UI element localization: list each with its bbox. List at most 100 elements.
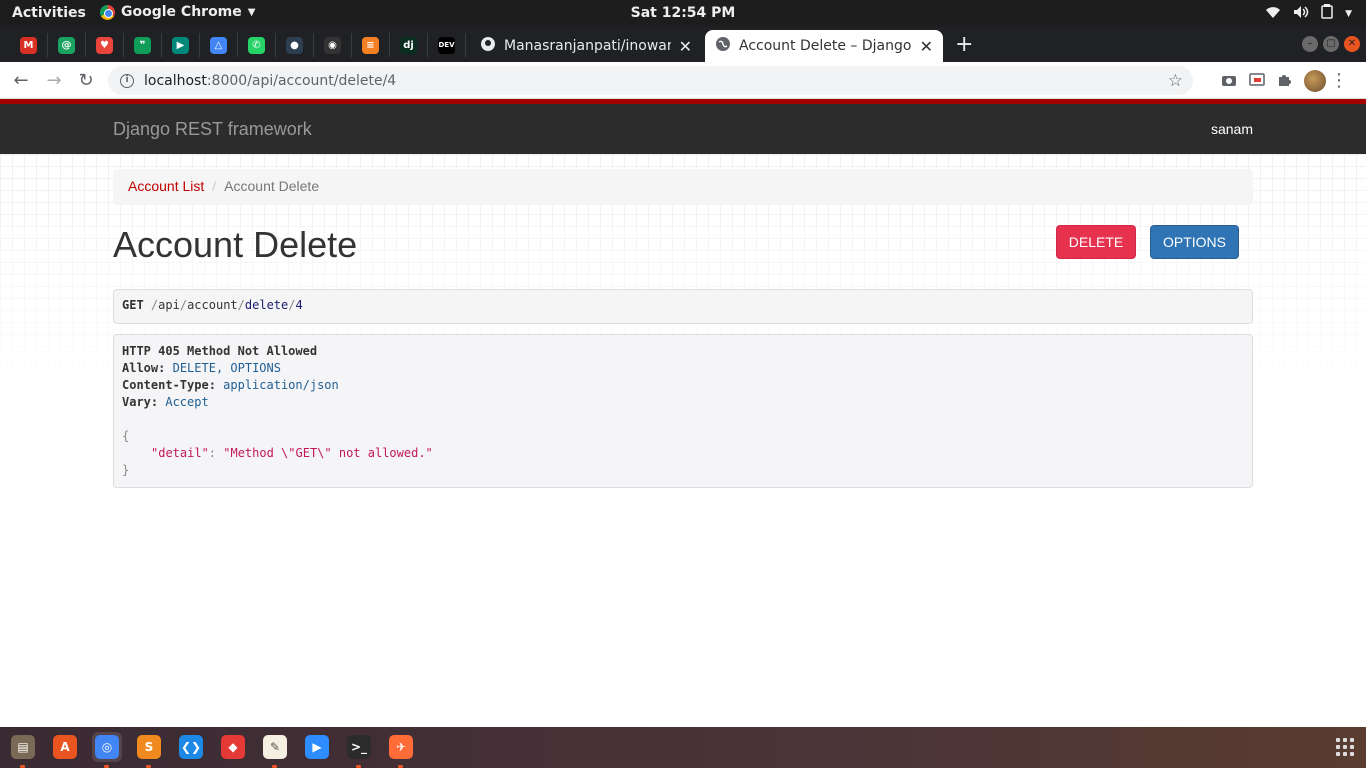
info-icon[interactable]: i xyxy=(120,73,134,88)
system-top-bar: Activities Google Chrome ▼ Sat 12:54 PM … xyxy=(0,0,1366,27)
gmail-icon: M xyxy=(20,36,37,54)
pinned-tabs: M @ ♥ ❞ ▶ △ ✆ ● ◉ ≡ dj DEV xyxy=(10,33,466,57)
user-menu[interactable]: sanam xyxy=(1211,121,1253,137)
navbar: Django REST framework sanam xyxy=(0,104,1366,154)
window-controls: – ▢ ✕ xyxy=(1302,36,1360,52)
zoom-launcher[interactable]: ▶ xyxy=(302,732,332,762)
pinned-tab[interactable]: ✆ xyxy=(238,33,276,57)
system-tray[interactable]: ▼ xyxy=(1265,4,1352,23)
hangouts-icon: ❞ xyxy=(134,36,151,54)
pinned-tab[interactable]: M xyxy=(10,33,48,57)
main-content: Account List / Account Delete Account De… xyxy=(113,169,1253,488)
meet-icon: ▶ xyxy=(172,36,189,54)
clock[interactable]: Sat 12:54 PM xyxy=(0,5,1366,21)
breadcrumb-current: Account Delete xyxy=(224,178,320,194)
puzzle-icon[interactable] xyxy=(1277,72,1292,91)
at-sign-icon: @ xyxy=(58,36,75,54)
path-segment[interactable]: delete xyxy=(245,298,288,312)
terminal-icon: >_ xyxy=(347,735,371,759)
django-icon: dj xyxy=(400,36,417,54)
volume-icon xyxy=(1293,5,1309,23)
software-icon: A xyxy=(53,735,77,759)
files-launcher[interactable]: ▤ xyxy=(8,732,38,768)
path-segment[interactable]: api xyxy=(158,298,180,312)
tab-title: Manasranjanpati/inoware xyxy=(504,38,671,54)
browser-toolbar: ← → ↻ i localhost:8000/api/account/delet… xyxy=(0,62,1366,99)
sublime-icon: S xyxy=(137,735,161,759)
minimize-button[interactable]: – xyxy=(1302,36,1318,52)
sublime-launcher[interactable]: S xyxy=(134,732,164,768)
pinned-tab[interactable]: △ xyxy=(200,33,238,57)
delete-button[interactable]: DELETE xyxy=(1056,225,1136,259)
tab-strip: M @ ♥ ❞ ▶ △ ✆ ● ◉ ≡ dj DEV Manasranjanpati/inoware … xyxy=(0,27,1366,62)
postman-icon: ✈ xyxy=(389,735,413,759)
avatar[interactable] xyxy=(1304,70,1326,92)
pinned-tab[interactable]: ● xyxy=(276,33,314,57)
zoom-icon: ▶ xyxy=(305,735,329,759)
dev-icon: DEV xyxy=(438,36,455,54)
tab-account-delete[interactable]: Account Delete – Django R ✕ xyxy=(705,30,943,62)
git-tool-icon: ◆ xyxy=(221,735,245,759)
files-icon: ▤ xyxy=(11,735,35,759)
show-applications-icon[interactable] xyxy=(1336,738,1354,756)
page-body: Account List / Account Delete Account De… xyxy=(0,154,1366,727)
cast-icon[interactable] xyxy=(1249,72,1265,91)
tab-github[interactable]: Manasranjanpati/inoware ✕ xyxy=(470,30,702,62)
path-segment[interactable]: 4 xyxy=(295,298,302,312)
dock: ▤ A ◎ S ❮❯ ◆ ✎ ▶ >_ ✈ xyxy=(0,727,1366,768)
whatsapp-icon: ✆ xyxy=(248,36,265,54)
breadcrumb-account-list[interactable]: Account List xyxy=(128,178,204,196)
pinned-tab[interactable]: DEV xyxy=(428,33,466,57)
bookmark-star-icon[interactable]: ☆ xyxy=(1168,71,1183,91)
url-text[interactable]: localhost:8000/api/account/delete/4 xyxy=(144,73,1158,89)
stackoverflow-icon: ≡ xyxy=(362,36,379,54)
text-editor-launcher[interactable]: ✎ xyxy=(260,732,290,768)
dock-apps: ▤ A ◎ S ❮❯ ◆ ✎ ▶ >_ ✈ xyxy=(8,732,416,768)
reload-button[interactable]: ↻ xyxy=(73,68,99,94)
forward-button[interactable]: → xyxy=(41,68,67,94)
close-icon[interactable]: ✕ xyxy=(679,37,692,56)
new-tab-button[interactable]: + xyxy=(955,32,973,57)
vscode-icon: ❮❯ xyxy=(179,735,203,759)
json-close-brace: } xyxy=(122,463,130,477)
github-icon xyxy=(480,36,496,56)
close-icon[interactable]: ✕ xyxy=(920,37,933,56)
camera-icon[interactable] xyxy=(1221,72,1237,91)
globe-icon xyxy=(715,36,731,56)
breadcrumb: Account List / Account Delete xyxy=(113,169,1253,205)
page-title: Account Delete xyxy=(113,224,358,265)
git-tool-launcher[interactable]: ◆ xyxy=(218,732,248,762)
pinned-tab[interactable]: ❞ xyxy=(124,33,162,57)
chevron-down-icon: ▼ xyxy=(1345,8,1352,19)
response-header: Vary: Accept xyxy=(122,395,209,409)
menu-icon[interactable]: ⋮ xyxy=(1330,70,1348,91)
json-detail-line: "detail": "Method \"GET\" not allowed." xyxy=(151,446,433,460)
pinned-tab[interactable]: ◉ xyxy=(314,33,352,57)
response-header: Allow: DELETE, OPTIONS xyxy=(122,361,281,375)
address-bar[interactable]: i localhost:8000/api/account/delete/4 ☆ xyxy=(108,66,1193,95)
vscode-launcher[interactable]: ❮❯ xyxy=(176,732,206,762)
options-button[interactable]: OPTIONS xyxy=(1150,225,1239,259)
breadcrumb-separator: / xyxy=(212,178,217,194)
terminal-launcher[interactable]: >_ xyxy=(344,732,374,768)
chrome-icon: ◎ xyxy=(95,735,119,759)
brand-link[interactable]: Django REST framework xyxy=(113,119,312,140)
heart-app-icon: ♥ xyxy=(96,36,113,54)
postman-launcher[interactable]: ✈ xyxy=(386,732,416,768)
close-window-button[interactable]: ✕ xyxy=(1344,36,1360,52)
pinned-tab[interactable]: ≡ xyxy=(352,33,390,57)
pinned-tab[interactable]: dj xyxy=(390,33,428,57)
text-editor-icon: ✎ xyxy=(263,735,287,759)
path-segment[interactable]: account xyxy=(187,298,238,312)
software-launcher[interactable]: A xyxy=(50,732,80,762)
pinned-tab[interactable]: ♥ xyxy=(86,33,124,57)
back-button[interactable]: ← xyxy=(8,68,34,94)
response-header: Content-Type: application/json xyxy=(122,378,339,392)
request-info: GET /api/account/delete/4 xyxy=(113,289,1253,324)
pinned-tab[interactable]: @ xyxy=(48,33,86,57)
pinned-tab[interactable]: ▶ xyxy=(162,33,200,57)
clipboard-icon xyxy=(1321,4,1333,23)
maximize-button[interactable]: ▢ xyxy=(1323,36,1339,52)
tab-title: Account Delete – Django R xyxy=(739,38,912,54)
chrome-launcher[interactable]: ◎ xyxy=(92,732,122,768)
